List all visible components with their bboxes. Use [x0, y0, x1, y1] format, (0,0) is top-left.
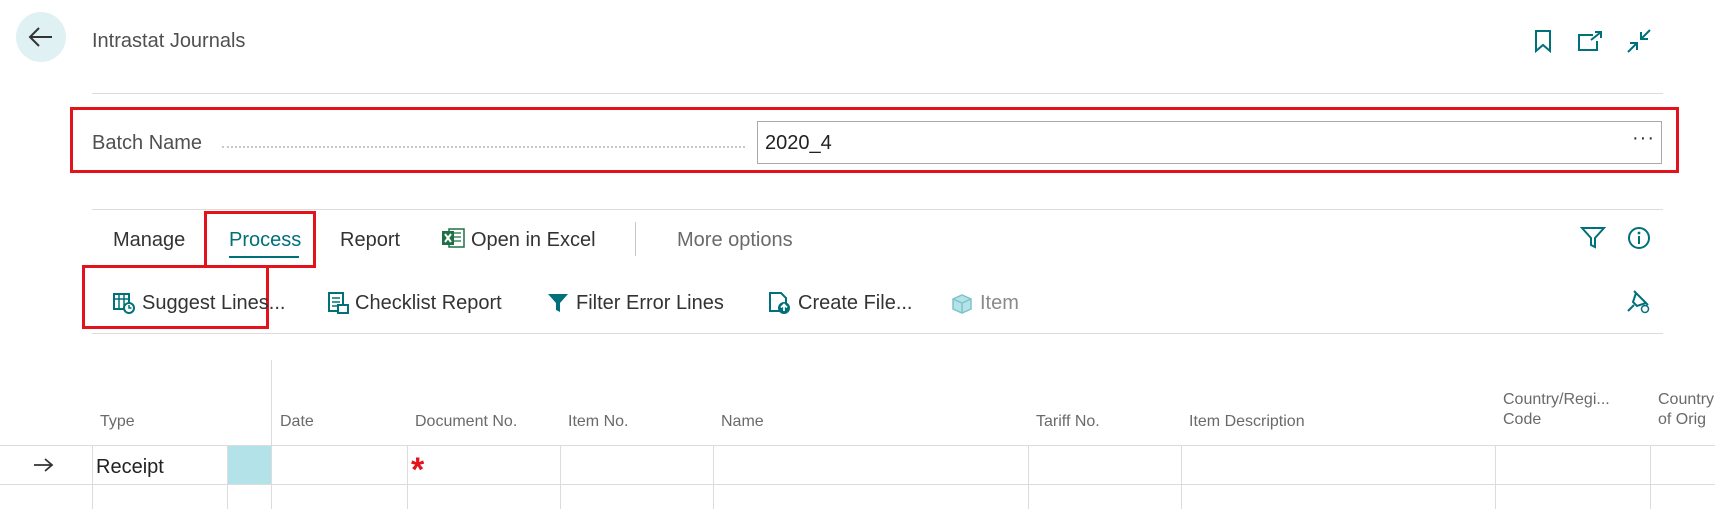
- unpin-icon: [1627, 290, 1650, 314]
- info-icon: [1628, 227, 1650, 249]
- column-header-date[interactable]: Date: [280, 412, 314, 432]
- excel-icon: [441, 226, 465, 255]
- current-row-arrow-icon: [32, 457, 54, 478]
- pin-action-bar-button[interactable]: [1625, 288, 1651, 319]
- cell-type[interactable]: Receipt: [96, 456, 164, 479]
- open-new-window-icon: [1578, 31, 1602, 51]
- batch-name-label: Batch Name: [92, 132, 203, 154]
- actions-divider: [92, 333, 1663, 334]
- suggest-lines-icon: [113, 293, 135, 314]
- batch-name-input[interactable]: [757, 121, 1662, 164]
- column-header-type[interactable]: Type: [100, 412, 135, 432]
- menu-separator: [635, 222, 636, 256]
- tab-process[interactable]: Process: [229, 229, 301, 252]
- item-icon: [952, 294, 972, 314]
- filter-error-lines-button[interactable]: Filter Error Lines: [546, 291, 724, 315]
- column-header-origin-line1: Country: [1658, 391, 1715, 408]
- section-divider: [92, 209, 1663, 210]
- info-button[interactable]: [1627, 226, 1651, 255]
- selected-cell-indicator[interactable]: [228, 446, 271, 484]
- tab-manage[interactable]: Manage: [113, 229, 185, 252]
- collapse-button[interactable]: [1624, 26, 1654, 56]
- column-header-country-code[interactable]: Country/Regi... Code: [1503, 390, 1610, 430]
- grid-line: [1028, 446, 1029, 509]
- create-file-button[interactable]: Create File...: [768, 291, 912, 315]
- suggest-lines-button[interactable]: Suggest Lines...: [112, 291, 285, 315]
- row-border: [0, 484, 1715, 485]
- batch-name-value: 2020_4: [765, 132, 832, 154]
- create-file-icon: [769, 292, 790, 314]
- grid-line: [1495, 446, 1496, 509]
- column-header-document-no[interactable]: Document No.: [415, 412, 517, 432]
- collapse-icon: [1627, 29, 1651, 53]
- active-tab-underline: [229, 256, 299, 258]
- back-arrow-icon: [28, 27, 52, 47]
- more-options-button[interactable]: More options: [677, 229, 793, 252]
- column-header-country-line2: Code: [1503, 411, 1542, 428]
- bookmark-icon: [1535, 30, 1551, 53]
- open-new-window-button[interactable]: [1575, 26, 1605, 56]
- back-button[interactable]: [16, 12, 66, 62]
- bookmark-button[interactable]: [1528, 26, 1558, 56]
- batch-lookup-button[interactable]: ···: [1632, 127, 1655, 150]
- create-file-label: Create File...: [798, 291, 913, 314]
- filter-error-lines-label: Filter Error Lines: [576, 291, 724, 314]
- filter-icon: [548, 294, 568, 312]
- checklist-report-label: Checklist Report: [355, 291, 502, 314]
- header-divider: [92, 93, 1663, 94]
- column-header-tariff-no[interactable]: Tariff No.: [1036, 412, 1100, 432]
- filter-pane-button[interactable]: [1579, 226, 1607, 255]
- filter-icon: [1579, 227, 1607, 249]
- column-header-name[interactable]: Name: [721, 412, 764, 432]
- item-button[interactable]: Item: [950, 291, 1019, 315]
- grid-line: [1650, 446, 1651, 509]
- checklist-report-button[interactable]: Checklist Report: [327, 291, 502, 315]
- grid-line: [92, 446, 93, 509]
- field-leader-dots: [222, 146, 745, 148]
- tab-report[interactable]: Report: [340, 229, 400, 252]
- checklist-report-icon: [328, 292, 349, 314]
- column-header-origin-line2: of Orig: [1658, 411, 1707, 428]
- column-header-item-description[interactable]: Item Description: [1189, 412, 1305, 432]
- column-header-country-line1: Country/Regi...: [1503, 391, 1610, 408]
- required-field-marker: *: [411, 451, 425, 489]
- column-header-country-of-origin[interactable]: Country of Orig: [1658, 390, 1714, 430]
- item-label: Item: [980, 291, 1019, 314]
- grid-line: [713, 446, 714, 509]
- grid-line: [407, 446, 408, 509]
- suggest-lines-label: Suggest Lines...: [142, 291, 286, 314]
- grid-line: [560, 446, 561, 509]
- frozen-column-divider: [271, 360, 272, 509]
- page-title: Intrastat Journals: [92, 30, 246, 52]
- open-in-excel-button[interactable]: Open in Excel: [471, 229, 596, 252]
- grid-line: [1181, 446, 1182, 509]
- column-header-item-no[interactable]: Item No.: [568, 412, 628, 432]
